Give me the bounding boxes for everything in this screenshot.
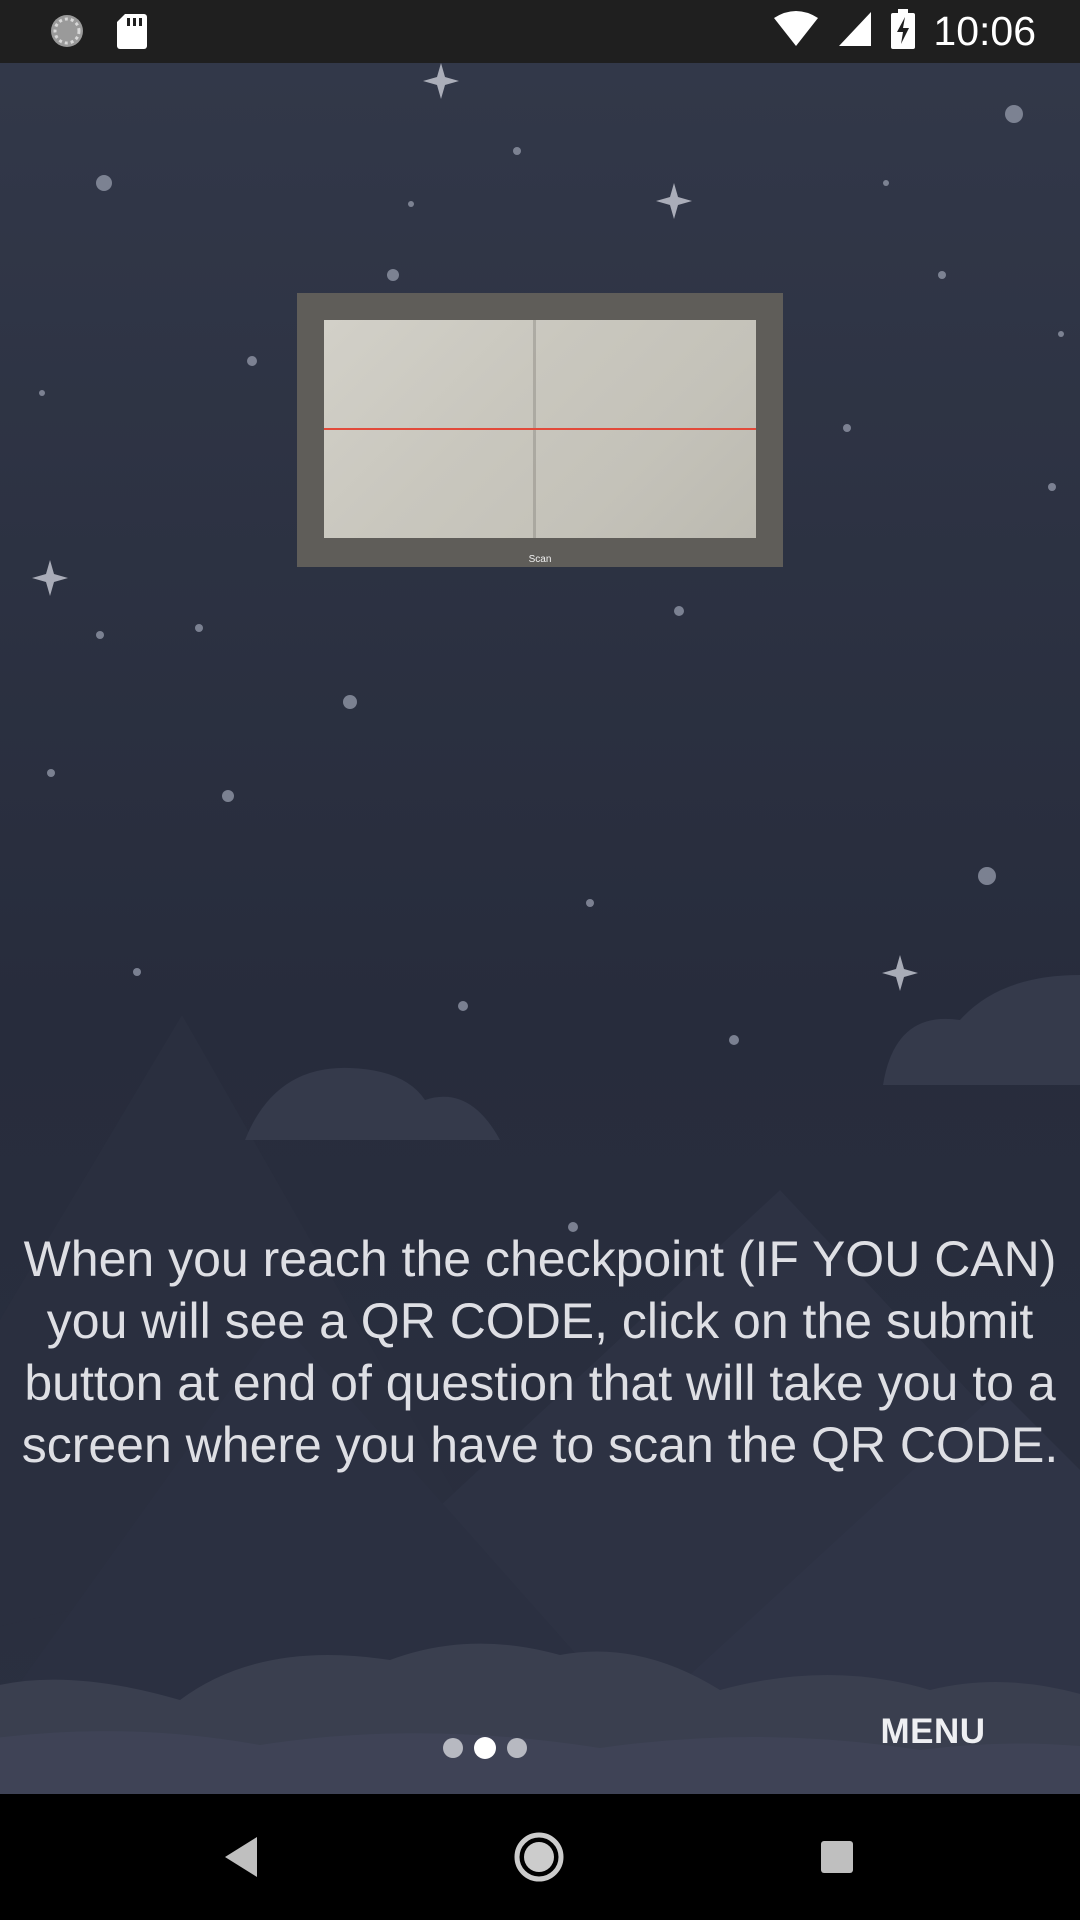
onboarding-screen: 10:06 Scan When you reach the checkpoint…: [0, 0, 1080, 1920]
back-icon: [221, 1835, 261, 1884]
status-bar: 10:06: [0, 0, 1080, 63]
back-button[interactable]: [206, 1824, 276, 1894]
recents-icon: [818, 1838, 856, 1881]
scanner-preview-image: Scan: [297, 293, 783, 567]
home-button[interactable]: [504, 1824, 574, 1894]
instruction-text: When you reach the checkpoint (IF YOU CA…: [21, 1231, 1059, 1473]
signal-icon: [837, 10, 873, 53]
navigation-bar: [0, 1794, 1080, 1920]
page-indicator: [443, 1737, 527, 1759]
home-icon: [513, 1831, 565, 1888]
page-dot-1[interactable]: [443, 1738, 463, 1758]
scan-label: Scan: [528, 554, 552, 565]
scanned-paper: [324, 320, 756, 538]
sd-card-icon: [116, 12, 148, 55]
page-dot-3[interactable]: [507, 1738, 527, 1758]
scan-laser-line: [324, 428, 756, 430]
recents-button[interactable]: [802, 1824, 872, 1894]
battery-charging-icon: [891, 9, 916, 54]
sync-icon: [48, 12, 86, 55]
clock: 10:06: [933, 8, 1036, 54]
page-dot-2-active[interactable]: [474, 1737, 496, 1759]
wifi-icon: [773, 10, 819, 53]
menu-button[interactable]: MENU: [868, 1706, 998, 1758]
